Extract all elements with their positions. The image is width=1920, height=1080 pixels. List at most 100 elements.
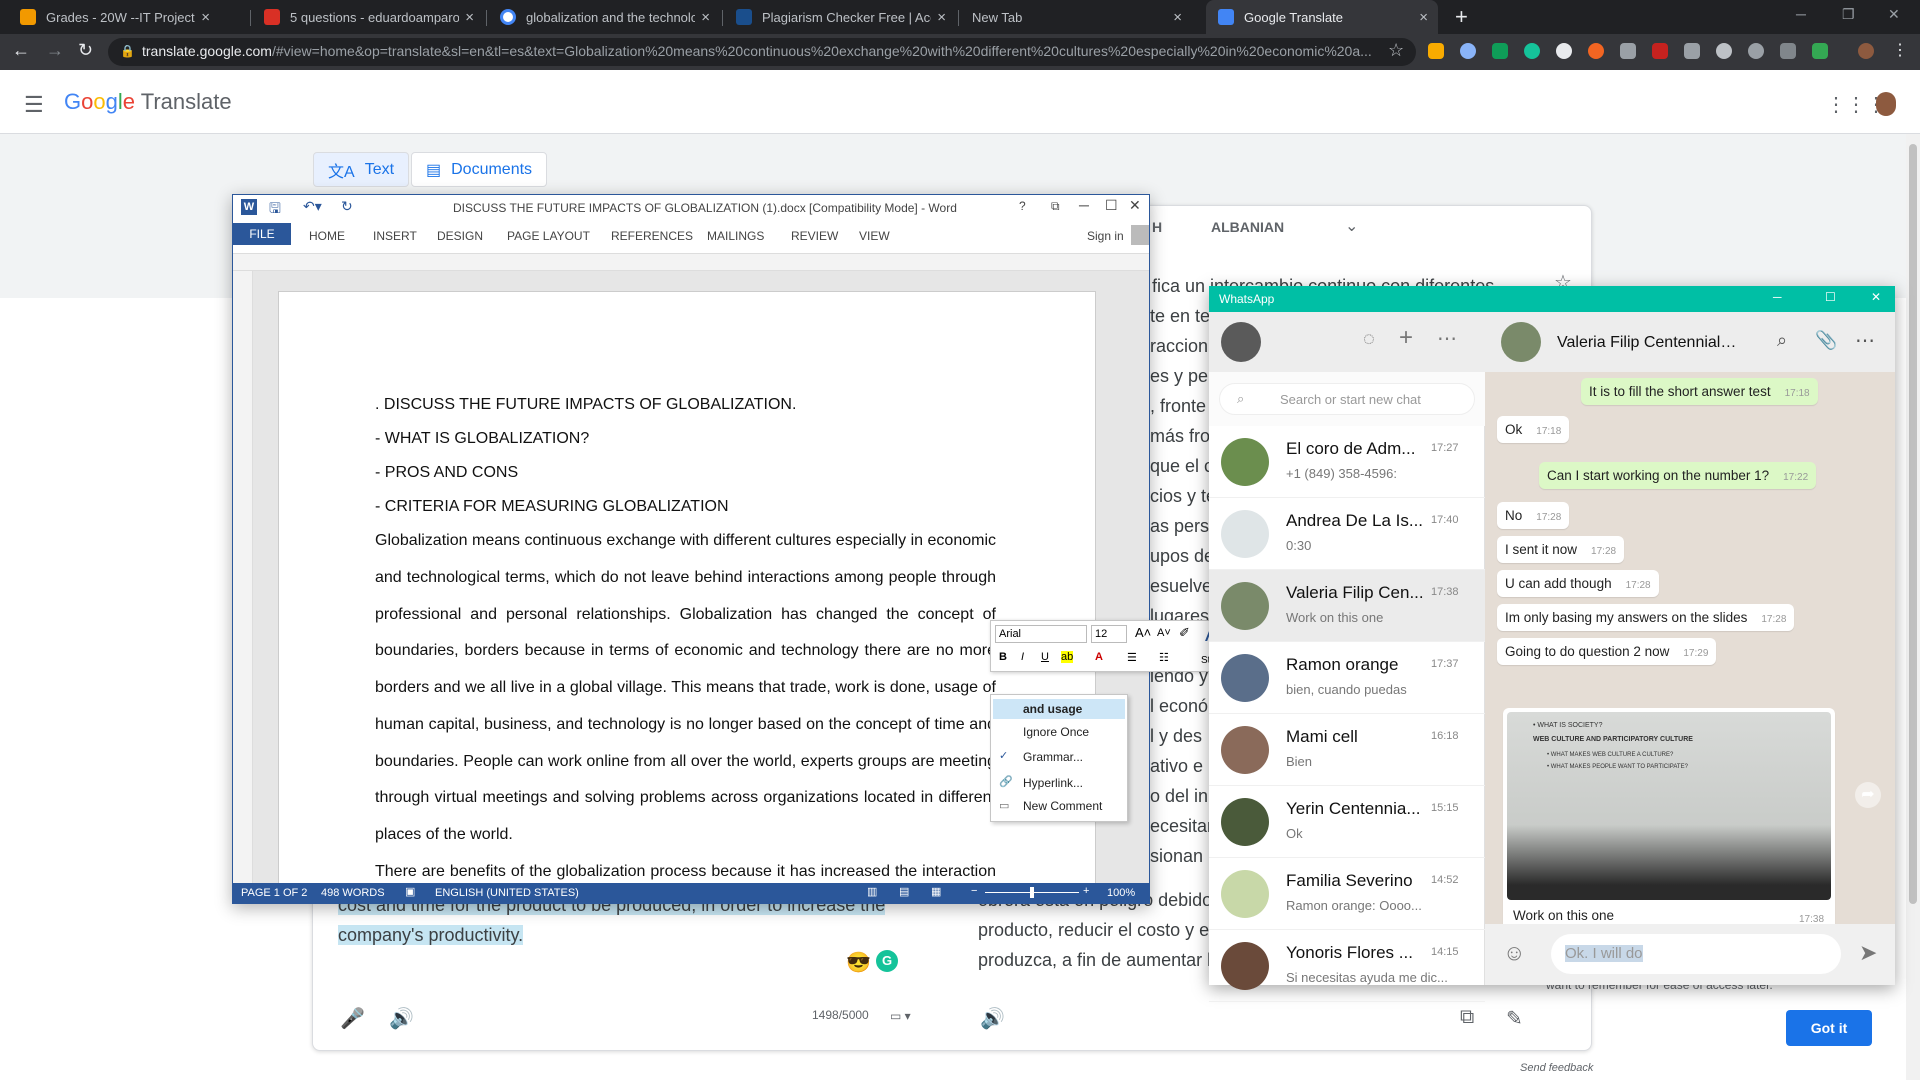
word-count[interactable]: 498 WORDS: [321, 887, 385, 899]
format-painter-icon[interactable]: ✐: [1179, 625, 1190, 641]
restore-icon[interactable]: ❐: [1842, 6, 1855, 23]
zoom-in-icon[interactable]: +: [1083, 885, 1089, 897]
maximize-icon[interactable]: ☐: [1825, 290, 1836, 304]
edit-pencil-icon[interactable]: ✎: [1506, 1006, 1523, 1031]
send-feedback-link[interactable]: Send feedback: [1520, 1062, 1593, 1074]
ribbon-tab-file[interactable]: FILE: [233, 223, 291, 245]
italic-icon[interactable]: I: [1021, 651, 1024, 663]
extension-red-icon[interactable]: [1652, 43, 1668, 59]
close-icon[interactable]: ×: [465, 9, 474, 26]
browser-tab[interactable]: Plagiarism Checker Free | Accura×: [724, 0, 956, 34]
incoming-message[interactable]: No 17:28: [1497, 502, 1570, 529]
scrollbar-thumb[interactable]: [1909, 144, 1917, 904]
incoming-message[interactable]: U can add though 17:28: [1497, 570, 1659, 597]
grammar-menu-item[interactable]: Grammar...: [1023, 750, 1083, 764]
ribbon-tab-home[interactable]: HOME: [309, 229, 345, 243]
redo-icon[interactable]: ↻: [341, 198, 353, 215]
account-avatar[interactable]: [1876, 92, 1896, 116]
bold-icon[interactable]: B: [999, 651, 1007, 663]
user-avatar-icon[interactable]: [1131, 225, 1149, 245]
extension-shield-icon[interactable]: [1812, 43, 1828, 59]
highlight-icon[interactable]: ab: [1061, 651, 1074, 663]
extension-gear-icon[interactable]: [1716, 43, 1732, 59]
maximize-icon[interactable]: ☐: [1105, 197, 1118, 214]
numbering-icon[interactable]: ☷: [1159, 651, 1169, 664]
chat-list-item[interactable]: Ramon orange 17:37 bien, cuando puedas: [1209, 642, 1485, 714]
extension-chart-icon[interactable]: [1428, 43, 1444, 59]
menu-dots-icon[interactable]: ⋯: [1855, 328, 1875, 353]
incoming-message[interactable]: I sent it now 17:28: [1497, 536, 1625, 563]
forward-icon[interactable]: ➦: [1855, 782, 1881, 808]
extension-bracket-icon[interactable]: [1780, 43, 1796, 59]
new-comment-menu-item[interactable]: New Comment: [1023, 799, 1102, 813]
ribbon-tab-references[interactable]: REFERENCES: [611, 229, 693, 243]
search-input[interactable]: Search or start new chat: [1219, 383, 1475, 415]
shrink-font-icon[interactable]: A˅: [1157, 627, 1171, 639]
contact-avatar[interactable]: [1501, 322, 1541, 362]
minimize-icon[interactable]: ─: [1796, 6, 1806, 22]
lock-icon[interactable]: 🔒: [120, 44, 135, 58]
font-size-dropdown[interactable]: 12: [1091, 625, 1127, 643]
vertical-ruler[interactable]: [233, 271, 253, 883]
grammarly-icon[interactable]: G: [876, 950, 898, 972]
my-avatar[interactable]: [1221, 322, 1261, 362]
extension-sync-icon[interactable]: [1460, 43, 1476, 59]
keyboard-icon[interactable]: ▭ ▾: [890, 1009, 911, 1023]
underline-icon[interactable]: U: [1041, 651, 1049, 663]
browser-tab[interactable]: Grades - 20W --IT Project Manag×: [8, 0, 220, 34]
send-icon[interactable]: ➤: [1859, 940, 1877, 966]
undo-icon[interactable]: ↶▾: [303, 198, 322, 215]
ignore-once-menu-item[interactable]: Ignore Once: [1023, 725, 1089, 739]
outgoing-message[interactable]: It is to fill the short answer test 17:18: [1581, 378, 1818, 405]
extension-doc-icon[interactable]: [1684, 43, 1700, 59]
ribbon-display-icon[interactable]: ⧉: [1051, 199, 1060, 214]
contact-name[interactable]: Valeria Filip Centennial R...: [1557, 334, 1737, 352]
sign-in-link[interactable]: Sign in: [1087, 229, 1124, 243]
minimize-icon[interactable]: ─: [1079, 197, 1089, 213]
extension-target-icon[interactable]: [1748, 43, 1764, 59]
close-icon[interactable]: ×: [701, 9, 710, 26]
grow-font-icon[interactable]: A˄: [1135, 625, 1151, 640]
chrome-menu-icon[interactable]: ⋮: [1892, 40, 1908, 60]
incoming-message[interactable]: Ok 17:18: [1497, 416, 1570, 443]
browser-tab[interactable]: New Tab ×: [960, 0, 1192, 34]
incoming-message[interactable]: Im only basing my answers on the slides 1…: [1497, 604, 1795, 631]
browser-tab-active[interactable]: Google Translate ×: [1206, 0, 1438, 34]
suggestion-menu-item[interactable]: and usage: [993, 699, 1125, 719]
chat-list-item[interactable]: Andrea De La Is... 17:40 0:30: [1209, 498, 1485, 570]
text-mode-button[interactable]: 文A Text: [313, 152, 410, 187]
back-icon[interactable]: ←: [12, 40, 30, 61]
ribbon-tab-design[interactable]: DESIGN: [437, 229, 483, 243]
hamburger-menu-icon[interactable]: ☰: [24, 92, 44, 118]
outgoing-message[interactable]: Can I start working on the number 1? 17:2…: [1539, 462, 1817, 489]
horizontal-ruler[interactable]: [233, 253, 1149, 271]
extension-s-icon[interactable]: [1492, 43, 1508, 59]
document-page[interactable]: . DISCUSS THE FUTURE IMPACTS OF GLOBALIZ…: [278, 291, 1096, 883]
reload-icon[interactable]: ↻: [78, 40, 93, 61]
ribbon-tab-review[interactable]: REVIEW: [791, 229, 838, 243]
attach-icon[interactable]: 📎: [1815, 330, 1837, 351]
hyperlink-menu-item[interactable]: Hyperlink...: [1023, 776, 1083, 790]
chat-list-item[interactable]: Yerin Centennia... 15:15 Ok: [1209, 786, 1485, 858]
window-close-icon[interactable]: ✕: [1871, 290, 1881, 304]
target-lang-tab[interactable]: H: [1152, 219, 1162, 235]
page-count[interactable]: PAGE 1 OF 2: [241, 887, 307, 899]
extension-gray-icon[interactable]: [1620, 43, 1636, 59]
minimize-icon[interactable]: ─: [1773, 290, 1782, 304]
status-icon[interactable]: ◌: [1363, 328, 1375, 351]
window-close-icon[interactable]: ✕: [1888, 6, 1900, 23]
slide-photo[interactable]: • WHAT IS SOCIETY? WEB CULTURE AND PARTI…: [1507, 712, 1831, 900]
address-bar[interactable]: translate.google.com/#view=home&op=trans…: [108, 38, 1416, 66]
ribbon-tab-page-layout[interactable]: PAGE LAYOUT: [507, 229, 590, 243]
emoji-extension-icon[interactable]: 😎: [846, 950, 871, 975]
close-icon[interactable]: ×: [937, 9, 946, 26]
chat-list-item[interactable]: Valeria Filip Cen... 17:38 Work on this on…: [1209, 570, 1485, 642]
read-mode-icon[interactable]: ▥: [867, 885, 877, 898]
search-icon[interactable]: ⌕: [1777, 330, 1787, 351]
menu-dots-icon[interactable]: ⋯: [1437, 326, 1457, 351]
close-icon[interactable]: ×: [201, 9, 210, 26]
emoji-icon[interactable]: ☺: [1503, 940, 1525, 966]
close-icon[interactable]: ×: [1419, 9, 1428, 26]
save-icon[interactable]: 🖫: [269, 198, 281, 222]
proofing-icon[interactable]: ▣: [405, 885, 415, 898]
